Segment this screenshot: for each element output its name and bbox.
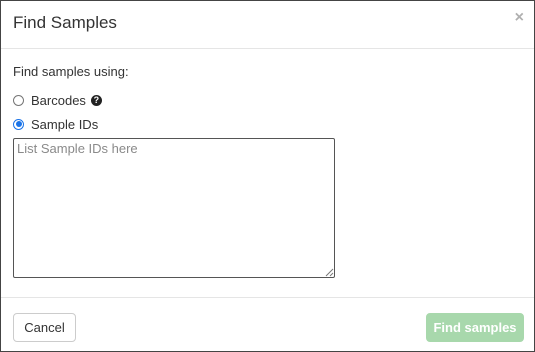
dialog-title: Find Samples: [13, 13, 117, 32]
barcodes-label: Barcodes: [31, 92, 86, 108]
cancel-button[interactable]: Cancel: [13, 313, 76, 342]
find-using-label: Find samples using:: [13, 64, 129, 79]
sample-ids-option[interactable]: Sample IDs: [13, 115, 98, 133]
close-icon[interactable]: ×: [515, 10, 524, 26]
dialog-body: Find samples using: Barcodes ? Sample ID…: [1, 49, 534, 297]
barcodes-radio[interactable]: [13, 94, 24, 106]
dialog-footer: Cancel Find samples: [1, 297, 534, 352]
find-samples-button[interactable]: Find samples: [426, 313, 524, 342]
find-samples-dialog: Find Samples × Find samples using: Barco…: [0, 0, 535, 352]
dialog-header: Find Samples ×: [1, 1, 534, 49]
barcodes-option[interactable]: Barcodes ?: [13, 91, 102, 109]
sample-ids-textarea[interactable]: [13, 138, 335, 278]
sample-ids-label: Sample IDs: [31, 116, 99, 132]
question-circle-icon[interactable]: ?: [90, 94, 102, 106]
resize-grip-icon[interactable]: [325, 268, 334, 277]
sample-ids-radio[interactable]: [13, 118, 24, 130]
